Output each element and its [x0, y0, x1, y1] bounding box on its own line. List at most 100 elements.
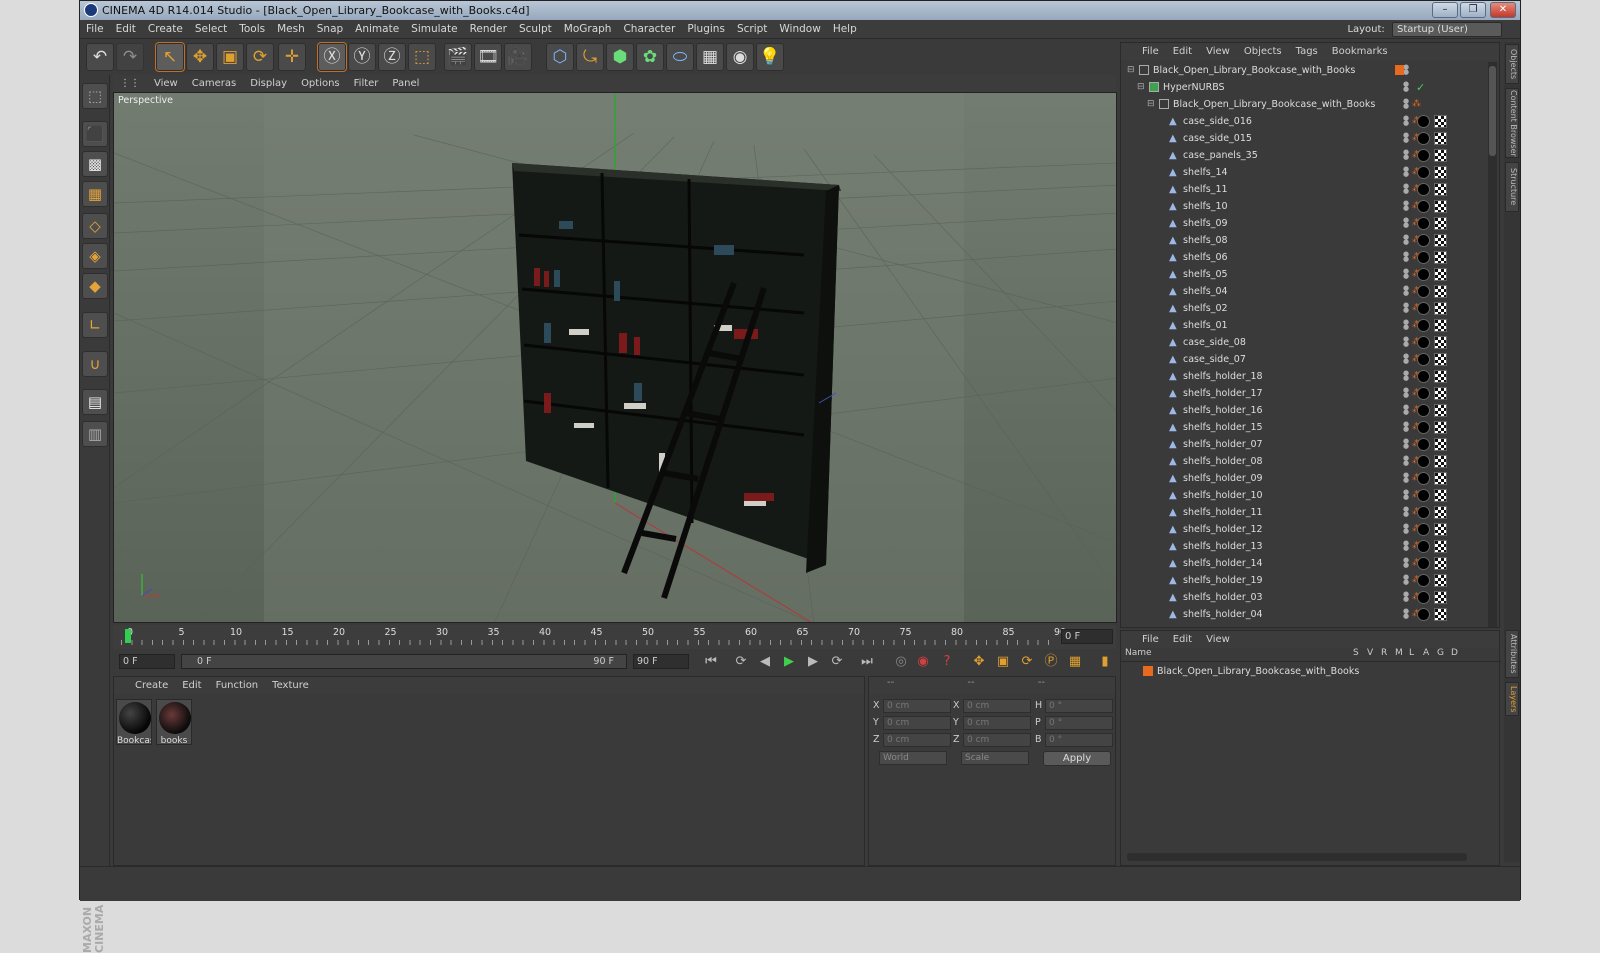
coord-value-field[interactable]: 0 cm [963, 733, 1031, 747]
object-row[interactable]: ▲ shelfs_holder_07 ● ●⁂ [1121, 436, 1477, 453]
material-tag-bookcase[interactable] [1417, 268, 1430, 281]
phong-tag-icon[interactable]: ⁂ [1412, 266, 1421, 283]
material-tag-bookcase[interactable] [1417, 421, 1430, 434]
rotate-tool-icon[interactable]: ⟳ [246, 43, 274, 71]
texture-tag-icon[interactable] [1434, 285, 1447, 298]
visibility-dots[interactable]: ● ● [1403, 149, 1409, 161]
visibility-dots[interactable]: ● ● [1403, 472, 1409, 484]
phong-tag-icon[interactable]: ⁂ [1412, 538, 1421, 555]
param-key-icon[interactable]: Ⓟ [1041, 652, 1061, 672]
phong-tag-icon[interactable]: ⁂ [1412, 130, 1421, 147]
camera-icon[interactable]: ◉ [726, 43, 754, 71]
object-row[interactable]: ▲ case_side_015 ● ●⁂ [1121, 130, 1477, 147]
texture-tag-icon[interactable] [1434, 217, 1447, 230]
phong-tag-icon[interactable]: ⁂ [1412, 402, 1421, 419]
drag-handle-icon[interactable]: ⋮⋮ [113, 75, 147, 92]
pla-key-icon[interactable]: ▦ [1065, 652, 1085, 672]
nurbs-icon[interactable]: ⬢ [606, 43, 634, 71]
layer-menu-edit[interactable]: Edit [1166, 631, 1199, 648]
visibility-dots[interactable]: ● ● [1403, 200, 1409, 212]
play-icon[interactable]: ▶ [779, 652, 799, 672]
phong-tag-icon[interactable]: ⁂ [1412, 232, 1421, 249]
phong-tag-icon[interactable]: ⁂ [1412, 198, 1421, 215]
texture-tag-icon[interactable] [1434, 166, 1447, 179]
phong-tag-icon[interactable]: ⁂ [1412, 589, 1421, 606]
phong-tag-icon[interactable]: ⁂ [1412, 147, 1421, 164]
timeline-ruler[interactable]: 051015202530354045505560657075808590 0 F [113, 625, 1116, 649]
material-tag-bookcase[interactable] [1417, 591, 1430, 604]
texture-tag-icon[interactable] [1434, 115, 1447, 128]
scroll-thumb[interactable] [1489, 66, 1496, 156]
object-row[interactable]: ▲ shelfs_holder_19 ● ●⁂ [1121, 572, 1477, 589]
coord-value-field[interactable]: 0 cm [883, 716, 951, 730]
texture-tag-icon[interactable] [1434, 421, 1447, 434]
visibility-dots[interactable]: ● ● [1403, 302, 1409, 314]
start-frame-field[interactable]: 0 F [119, 654, 175, 669]
texture-tag-icon[interactable] [1434, 302, 1447, 315]
viewport-menu-options[interactable]: Options [294, 75, 347, 92]
locked-workplane-icon[interactable]: ▥ [82, 421, 108, 447]
texture-tag-icon[interactable] [1434, 353, 1447, 366]
menu-help[interactable]: Help [827, 20, 863, 39]
expand-toggle-icon[interactable]: ⊟ [1127, 62, 1135, 79]
object-row[interactable]: ▲ shelfs_holder_04 ● ●⁂ [1121, 606, 1477, 623]
array-icon[interactable]: ✿ [636, 43, 664, 71]
material-tag-bookcase[interactable] [1417, 455, 1430, 468]
texture-tag-icon[interactable] [1434, 506, 1447, 519]
expand-toggle-icon[interactable]: ⊟ [1147, 96, 1155, 113]
minimize-button[interactable]: – [1432, 2, 1458, 18]
texture-tag-icon[interactable] [1434, 387, 1447, 400]
material-tag-bookcase[interactable] [1417, 234, 1430, 247]
visibility-dots[interactable]: ● ● [1403, 285, 1409, 297]
coord-value-field[interactable]: 0 cm [963, 716, 1031, 730]
viewport-menu-cameras[interactable]: Cameras [185, 75, 243, 92]
object-row[interactable]: ▲ shelfs_holder_11 ● ●⁂ [1121, 504, 1477, 521]
visibility-dots[interactable]: ● ● [1403, 98, 1409, 110]
texture-tag-icon[interactable] [1434, 132, 1447, 145]
3d-viewport[interactable]: Perspective [113, 92, 1117, 623]
object-row[interactable]: ⊟ HyperNURBS ● ● ✓ [1121, 79, 1477, 96]
cube-primitive-icon[interactable]: ⬡ [546, 43, 574, 71]
texture-tag-icon[interactable] [1434, 200, 1447, 213]
magnet-icon[interactable]: ∪ [82, 351, 108, 377]
phong-tag-icon[interactable]: ⁂ [1412, 504, 1421, 521]
phong-tag-icon[interactable]: ⁂ [1412, 164, 1421, 181]
viewport-menu-display[interactable]: Display [243, 75, 294, 92]
phong-tag-icon[interactable]: ⁂ [1412, 385, 1421, 402]
phong-tag-icon[interactable]: ⁂ [1412, 351, 1421, 368]
frame-range-slider[interactable]: 0 F 90 F [181, 654, 627, 669]
material-tag-bookcase[interactable] [1417, 557, 1430, 570]
visibility-dots[interactable]: ● ● [1403, 608, 1409, 620]
coord-value-field[interactable]: 0 ° [1045, 716, 1113, 730]
undo-icon[interactable]: ↶ [86, 43, 114, 71]
step-forward-icon[interactable]: ▶ [803, 652, 823, 672]
material-menu-edit[interactable]: Edit [175, 677, 208, 694]
material-tag-bookcase[interactable] [1417, 489, 1430, 502]
phong-tag-icon[interactable]: ⁂ [1412, 487, 1421, 504]
model-mode-icon[interactable]: ⬛ [82, 121, 108, 147]
menu-plugins[interactable]: Plugins [681, 20, 731, 39]
visibility-dots[interactable]: ● ● [1403, 370, 1409, 382]
object-scrollbar[interactable] [1488, 62, 1497, 627]
material-tag-bookcase[interactable] [1417, 523, 1430, 536]
object-row[interactable]: ▲ shelfs_holder_16 ● ●⁂ [1121, 402, 1477, 419]
texture-tag-icon[interactable] [1434, 268, 1447, 281]
visibility-dots[interactable]: ● ● [1403, 115, 1409, 127]
axis-icon[interactable]: ∟ [82, 312, 108, 338]
texture-tag-icon[interactable] [1434, 319, 1447, 332]
object-row[interactable]: ▲ shelfs_holder_14 ● ●⁂ [1121, 555, 1477, 572]
phong-tag-icon[interactable]: ⁂ [1412, 436, 1421, 453]
phong-tag-icon[interactable]: ⁂ [1412, 317, 1421, 334]
tab-content-browser[interactable]: Content Browser [1505, 88, 1519, 158]
material-tag-bookcase[interactable] [1417, 404, 1430, 417]
texture-tag-icon[interactable] [1434, 438, 1447, 451]
menu-snap[interactable]: Snap [311, 20, 349, 39]
object-row[interactable]: ▲ shelfs_holder_18 ● ●⁂ [1121, 368, 1477, 385]
material-tag-bookcase[interactable] [1417, 319, 1430, 332]
apply-button[interactable]: Apply [1043, 751, 1111, 766]
visibility-dots[interactable]: ● ● [1403, 455, 1409, 467]
x-axis-lock-icon[interactable]: Ⓧ [317, 42, 347, 72]
material-tag-bookcase[interactable] [1417, 438, 1430, 451]
object-menu-file[interactable]: File [1135, 43, 1166, 60]
visibility-dots[interactable]: ● ● [1403, 217, 1409, 229]
